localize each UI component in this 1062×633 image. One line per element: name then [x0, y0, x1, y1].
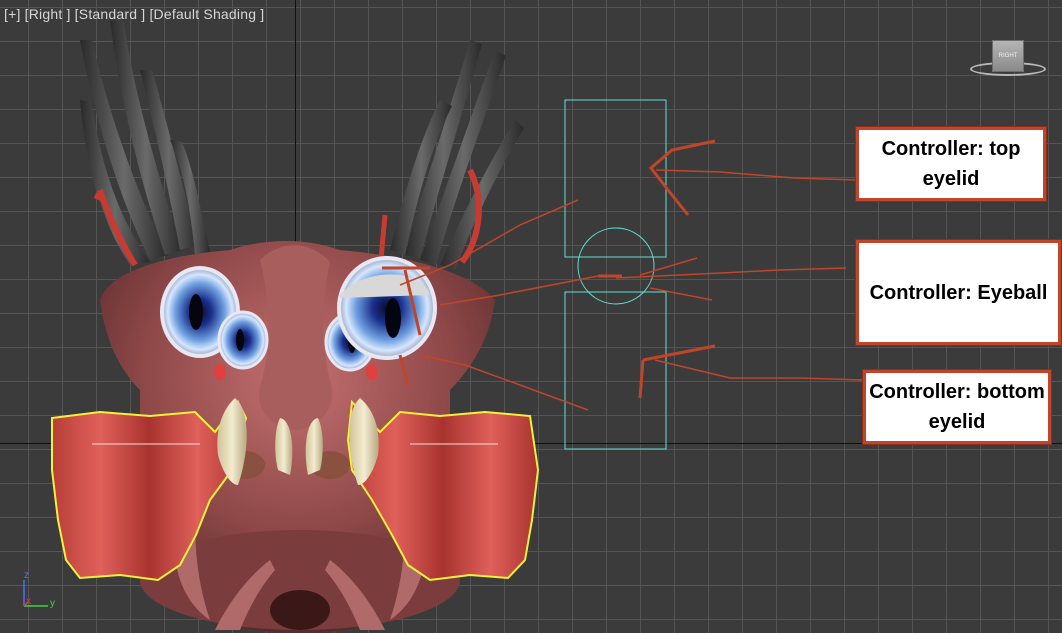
viewcube[interactable]: RIGHT: [970, 36, 1046, 80]
callout-eyeball-text: Controller: Eyeball: [869, 281, 1048, 304]
axis-z-label: z: [24, 570, 29, 581]
callout-eyeball: Controller: Eyeball: [856, 240, 1061, 345]
controller-bottom-eyelid-shape[interactable]: [564, 291, 667, 450]
viewport-right[interactable]: [+] [Right ] [Standard ] [Default Shadin…: [0, 0, 1062, 633]
axis-y-label: y: [50, 598, 55, 609]
viewcube-face-right[interactable]: RIGHT: [992, 40, 1024, 72]
left-quills: [80, 20, 210, 267]
viewport-label[interactable]: [+] [Right ] [Standard ] [Default Shadin…: [4, 6, 264, 22]
callout-bottom-eyelid-text: Controller: bottom eyelid: [869, 381, 1045, 433]
callout-bottom-eyelid: Controller: bottom eyelid: [863, 370, 1051, 444]
controller-eyeball-shape[interactable]: [577, 227, 655, 305]
controller-top-eyelid-shape[interactable]: [564, 99, 667, 258]
axis-gizmo-lines: [23, 580, 48, 607]
axis-gizmo: z x y: [14, 568, 64, 618]
callout-top-eyelid-text: Controller: top eyelid: [881, 138, 1021, 190]
callout-top-eyelid: Controller: top eyelid: [856, 127, 1046, 201]
axis-x-label: x: [26, 596, 31, 607]
